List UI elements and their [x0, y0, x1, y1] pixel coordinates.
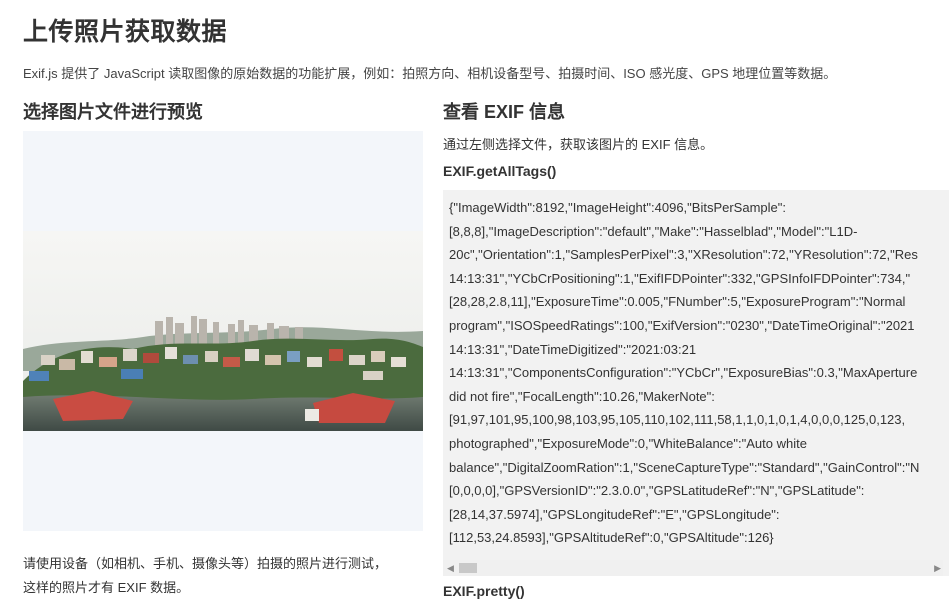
exif-json-line: [91,97,101,95,100,98,103,95,105,110,102,…	[449, 412, 906, 428]
panorama-photo	[23, 231, 423, 431]
horizontal-scrollbar[interactable]: ◀ ▶	[443, 560, 943, 576]
exif-json-line: [8,8,8],"ImageDescription":"default","Ma…	[449, 223, 858, 239]
exif-json-line: [28,28,2.8,11],"ExposureTime":0.005,"FNu…	[449, 294, 906, 310]
exif-json-line: photographed","ExposureMode":0,"WhiteBal…	[449, 435, 807, 451]
api-pretty-label: EXIF.pretty()	[443, 583, 525, 599]
preview-hint: 请使用设备（如相机、手机、摄像头等）拍摄的照片进行测试， 这样的照片才有 EXI…	[23, 552, 423, 600]
exif-json-line: did not fire","FocalLength":10.26,"Maker…	[449, 388, 715, 404]
exif-json-line: [112,53,24.8593],"GPSAltitudeRef":0,"GPS…	[449, 530, 774, 546]
api-getalltags-label: EXIF.getAllTags()	[443, 163, 557, 179]
exif-json-line: {"ImageWidth":8192,"ImageHeight":4096,"B…	[449, 200, 786, 215]
intro-text: Exif.js 提供了 JavaScript 读取图像的原始数据的功能扩展，例如…	[23, 66, 837, 81]
exif-json-line: 14:13:31","DateTimeDigitized":"2021:03:2…	[449, 341, 697, 357]
exif-json-line: [28,14,37.5974],"GPSLongitudeRef":"E","G…	[449, 506, 780, 522]
exif-json-output[interactable]: {"ImageWidth":8192,"ImageHeight":4096,"B…	[443, 190, 949, 576]
preview-hint-line2: 这样的照片才有 EXIF 数据。	[23, 580, 190, 595]
preview-section-title: 选择图片文件进行预览	[23, 102, 203, 122]
scrollbar-thumb[interactable]	[459, 563, 477, 573]
image-preview-area[interactable]	[23, 131, 423, 531]
exif-json-line: program","ISOSpeedRatings":100,"ExifVers…	[449, 317, 915, 333]
exif-json-line: 14:13:31","YCbCrPositioning":1,"ExifIFDP…	[449, 270, 911, 286]
exif-description: 通过左侧选择文件，获取该图片的 EXIF 信息。	[443, 137, 714, 152]
page-title: 上传照片获取数据	[23, 18, 228, 46]
exif-json-line: 14:13:31","ComponentsConfiguration":"YCb…	[449, 365, 918, 381]
exif-json-line: [0,0,0,0],"GPSVersionID":"2.3.0.0","GPSL…	[449, 483, 865, 499]
exif-json-line: balance","DigitalZoomRation":1,"SceneCap…	[449, 459, 920, 475]
exif-json-line: 20c","Orientation":1,"SamplesPerPixel":3…	[449, 247, 918, 263]
exif-section-title: 查看 EXIF 信息	[443, 102, 566, 122]
exif-json-text: {"ImageWidth":8192,"ImageHeight":4096,"B…	[449, 196, 949, 550]
scroll-left-arrow-icon[interactable]: ◀	[447, 563, 454, 573]
scroll-right-arrow-icon[interactable]: ▶	[934, 563, 941, 573]
preview-hint-line1: 请使用设备（如相机、手机、摄像头等）拍摄的照片进行测试，	[23, 556, 388, 571]
